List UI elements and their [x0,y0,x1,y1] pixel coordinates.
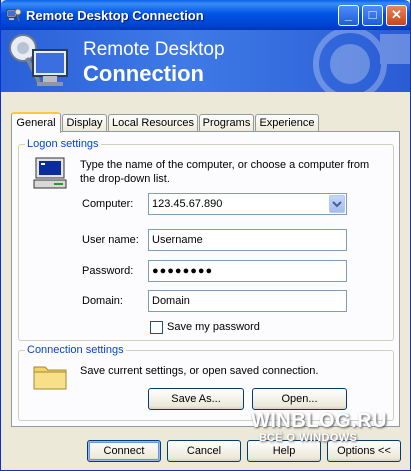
remote-desktop-logo-icon [9,34,68,86]
tab-programs[interactable]: Programs [199,114,254,132]
tab-local-resources-label: Local Resources [112,117,194,129]
logon-instructions: Type the name of the computer, or choose… [80,159,370,185]
general-tab-panel: Logon settings Type the name of the comp… [11,131,400,427]
domain-field[interactable]: Domain [148,290,347,312]
tab-programs-label: Programs [202,117,251,129]
tab-experience[interactable]: Experience [255,114,319,132]
save-password-label[interactable]: Save my password [167,321,260,333]
password-field[interactable]: ●●●●●●●● [148,260,347,282]
close-button[interactable]: ✕ [386,5,407,26]
tab-general[interactable]: General [11,112,61,133]
connect-button[interactable]: Connect [87,440,161,462]
logon-settings-legend: Logon settings [27,138,99,150]
remote-desktop-icon [6,8,22,22]
computer-label: Computer: [82,198,134,210]
banner-decoration-icon [313,30,410,92]
options-button[interactable]: Options << [327,440,401,462]
close-icon: ✕ [391,7,402,22]
maximize-button[interactable]: □ [362,5,383,26]
chevron-down-icon [332,201,342,208]
minimize-icon: _ [344,7,353,22]
password-label: Password: [82,265,134,277]
open-button[interactable]: Open... [252,388,347,410]
banner-title-line2: Connection [83,61,204,86]
connection-settings-legend: Connection settings [27,344,124,356]
window-title: Remote Desktop Connection [26,8,204,23]
tab-display-label: Display [66,117,103,129]
username-label: User name: [82,234,139,246]
computer-combobox[interactable]: 123.45.67.890 [148,193,347,215]
computer-icon [33,157,67,189]
tab-display[interactable]: Display [62,114,107,132]
minimize-button[interactable]: _ [338,5,359,26]
banner-title-line1: Remote Desktop [83,39,225,60]
save-password-checkbox[interactable] [150,321,163,334]
connection-description: Save current settings, or open saved con… [80,365,319,377]
computer-value: 123.45.67.890 [152,198,223,210]
computer-dropdown-button[interactable] [329,195,345,213]
tab-experience-label: Experience [259,117,315,129]
username-field[interactable]: Username [148,229,347,251]
domain-label: Domain: [82,295,123,307]
cancel-button[interactable]: Cancel [167,440,241,462]
title-bar[interactable]: Remote Desktop Connection _ □ ✕ [1,0,410,30]
save-as-button[interactable]: Save As... [148,388,244,410]
tab-general-label: General [16,117,56,129]
remote-desktop-window: Remote Desktop Connection _ □ ✕ Remote D… [0,0,411,471]
header-banner: Remote Desktop Connection [1,30,410,92]
help-button[interactable]: Help [247,440,321,462]
maximize-icon: □ [368,7,377,22]
folder-icon [33,366,67,390]
tab-local-resources[interactable]: Local Resources [108,114,198,132]
